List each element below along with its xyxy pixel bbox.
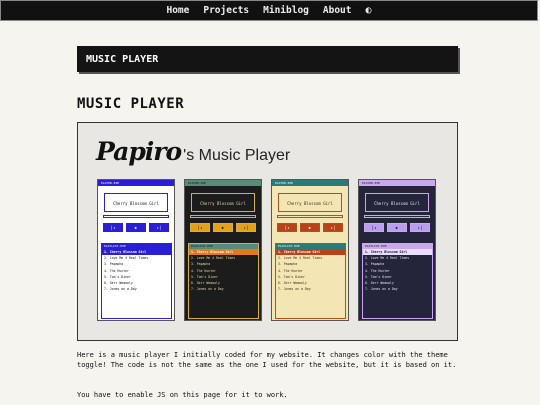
playlist: PLAYLIST.EXE 1. Cherry Blossom Girl 2. Lov…	[275, 243, 346, 319]
preview-image: Papiro 's Music Player PLAYER.EXE Cherry …	[77, 122, 458, 341]
progress-bar	[190, 215, 256, 218]
preview-heading: Papiro 's Music Player	[96, 137, 290, 166]
player-header: PLAYER.EXE	[272, 180, 348, 186]
nav-miniblog-link[interactable]: Miniblog	[263, 5, 309, 16]
next-button: ▸|	[149, 223, 169, 232]
next-button: ▸|	[323, 223, 343, 232]
progress-bar	[364, 215, 430, 218]
theme-preview-dark-green: PLAYER.EXE Cherry Blossom Girl |◂ ▶ ▸| PLAYLI…	[184, 179, 262, 321]
logo-word: Papiro	[96, 137, 182, 166]
play-button: ▶	[387, 223, 407, 232]
header-bar: MUSIC PLAYER	[77, 46, 458, 72]
description-text: Here is a music player I initially coded…	[77, 351, 457, 369]
progress-bar	[103, 215, 169, 218]
playlist-track: 7. Jones on a Day	[104, 287, 137, 292]
playlist: PLAYLIST.EXE 1. Cherry Blossom Girl 2. Lov…	[362, 243, 433, 319]
prev-button: |◂	[364, 223, 384, 232]
player-header: PLAYER.EXE	[359, 180, 435, 186]
player-controls: |◂ ▶ ▸|	[277, 223, 343, 232]
prev-button: |◂	[190, 223, 210, 232]
top-nav: Home Projects Miniblog About ◐	[0, 0, 538, 21]
preview-heading-suffix: 's Music Player	[183, 147, 291, 164]
page-title: MUSIC PLAYER	[77, 96, 185, 112]
prev-button: |◂	[277, 223, 297, 232]
header-bar-title: MUSIC PLAYER	[86, 53, 159, 65]
play-button: ▶	[300, 223, 320, 232]
next-button: ▸|	[236, 223, 256, 232]
player-controls: |◂ ▶ ▸|	[364, 223, 430, 232]
theme-toggle-icon[interactable]: ◐	[366, 5, 372, 16]
theme-preview-light: PLAYER.EXE Cherry Blossom Girl |◂ ▶ ▸| PLAYLI…	[97, 179, 175, 321]
next-button: ▸|	[410, 223, 430, 232]
player-header: PLAYER.EXE	[98, 180, 174, 186]
playlist-track: 7. Jones on a Day	[191, 287, 224, 292]
playlist: PLAYLIST.EXE 1. Cherry Blossom Girl 2. Lov…	[188, 243, 259, 319]
now-playing-display: Cherry Blossom Girl	[278, 193, 342, 212]
theme-preview-cream: PLAYER.EXE Cherry Blossom Girl |◂ ▶ ▸| PLAYLI…	[271, 179, 349, 321]
theme-preview-purple: PLAYER.EXE Cherry Blossom Girl |◂ ▶ ▸| PLAYLI…	[358, 179, 436, 321]
play-button: ▶	[213, 223, 233, 232]
now-playing-display: Cherry Blossom Girl	[104, 193, 168, 212]
player-controls: |◂ ▶ ▸|	[190, 223, 256, 232]
nav-projects-link[interactable]: Projects	[203, 5, 249, 16]
playlist-track: 7. Jones on a Day	[365, 287, 398, 292]
play-button: ▶	[126, 223, 146, 232]
playlist-track: 7. Jones on a Day	[278, 287, 311, 292]
progress-bar	[277, 215, 343, 218]
player-header: PLAYER.EXE	[185, 180, 261, 186]
nav-home-link[interactable]: Home	[166, 5, 189, 16]
prev-button: |◂	[103, 223, 123, 232]
player-controls: |◂ ▶ ▸|	[103, 223, 169, 232]
playlist: PLAYLIST.EXE 1. Cherry Blossom Girl 2. Lov…	[101, 243, 172, 319]
now-playing-display: Cherry Blossom Girl	[365, 193, 429, 212]
now-playing-display: Cherry Blossom Girl	[191, 193, 255, 212]
js-note-text: You have to enable JS on this page for i…	[77, 391, 288, 399]
nav-about-link[interactable]: About	[323, 5, 352, 16]
